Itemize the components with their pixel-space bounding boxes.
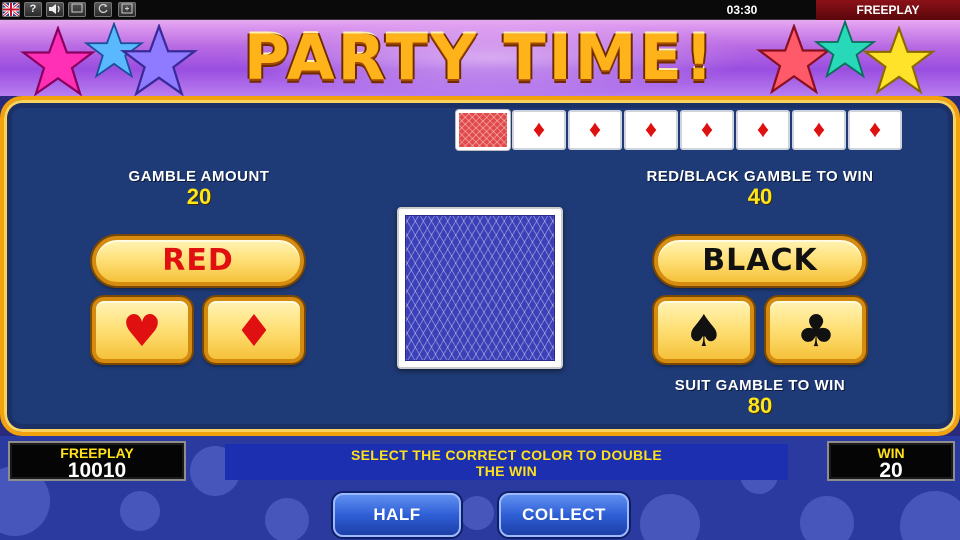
diamond-icon: ♦ — [532, 116, 546, 143]
message-line-2: THE WIN — [475, 463, 538, 479]
message-line-1: SELECT THE CORRECT COLOR TO DOUBLE — [351, 447, 662, 463]
heart-icon: ♥ — [122, 306, 162, 357]
color-gamble-win-label: RED/BLACK GAMBLE TO WIN — [646, 168, 874, 185]
black-button[interactable]: BLACK — [654, 236, 866, 286]
gamble-amount-value: 20 — [186, 184, 212, 209]
message-box: SELECT THE CORRECT COLOR TO DOUBLE THE W… — [225, 444, 788, 480]
speaker-icon[interactable] — [46, 2, 64, 17]
spade-icon: ♠ — [684, 306, 724, 357]
decor-bubble — [460, 496, 494, 530]
history-card-diamond: ♦ — [512, 110, 566, 150]
game-logo: PARTY TIME! — [243, 21, 717, 94]
diamond-icon: ♦ — [700, 116, 714, 143]
red-button[interactable]: RED — [92, 236, 304, 286]
window-icon[interactable] — [68, 2, 86, 17]
gamble-amount-label: GAMBLE AMOUNT — [128, 168, 270, 185]
history-card-diamond: ♦ — [792, 110, 846, 150]
diamond-icon: ♦ — [756, 116, 770, 143]
decor-bubble — [265, 498, 309, 540]
diamond-icon: ♦ — [868, 116, 882, 143]
uk-flag-icon[interactable] — [2, 1, 20, 18]
club-icon: ♣ — [796, 306, 836, 357]
diamond-icon: ♦ — [588, 116, 602, 143]
win-meter: WIN 20 — [827, 441, 955, 481]
diamond-icon: ♦ — [644, 116, 658, 143]
black-button-label: BLACK — [702, 243, 818, 278]
history-card-diamond: ♦ — [736, 110, 790, 150]
status-bar: ? 03:30 FREEPLAY — [0, 0, 960, 20]
header-banner: PARTY TIME! — [0, 20, 960, 96]
game-mode-badge: FREEPLAY — [816, 0, 960, 20]
diamonds-button[interactable]: ♦ — [204, 297, 304, 363]
history-card-diamond: ♦ — [848, 110, 902, 150]
history-card-diamond: ♦ — [568, 110, 622, 150]
history-card-diamond: ♦ — [680, 110, 734, 150]
clock: 03:30 — [726, 3, 758, 17]
face-down-card — [397, 207, 563, 369]
half-button[interactable]: HALF — [333, 493, 461, 537]
diamond-icon: ♦ — [234, 306, 274, 357]
hearts-button[interactable]: ♥ — [92, 297, 192, 363]
history-card-back — [456, 110, 510, 150]
star-icon — [862, 26, 936, 94]
decor-bubble — [800, 496, 854, 540]
decor-bubble — [900, 491, 960, 540]
history-card-diamond: ♦ — [624, 110, 678, 150]
help-button[interactable]: ? — [24, 2, 42, 17]
clubs-button[interactable]: ♣ — [766, 297, 866, 363]
suit-gamble-win-label: SUIT GAMBLE TO WIN — [674, 377, 846, 394]
credit-value: 10010 — [67, 459, 127, 482]
card-back-pattern — [405, 215, 555, 361]
diamond-icon: ♦ — [812, 116, 826, 143]
star-icon — [119, 24, 199, 96]
decor-bubble — [640, 494, 700, 540]
fullscreen-icon[interactable] — [118, 2, 136, 17]
credit-meter: FREEPLAY 10010 — [8, 441, 186, 481]
color-gamble-win-value: 40 — [747, 184, 773, 209]
red-button-label: RED — [162, 243, 234, 278]
refresh-icon[interactable] — [94, 2, 112, 17]
win-value: 20 — [879, 459, 903, 482]
spades-button[interactable]: ♠ — [654, 297, 754, 363]
collect-button[interactable]: COLLECT — [499, 493, 629, 537]
decor-bubble — [120, 491, 160, 531]
suit-gamble-win-value: 80 — [747, 393, 773, 418]
bottom-bar: FREEPLAY 10010 SELECT THE CORRECT COLOR … — [0, 436, 960, 540]
